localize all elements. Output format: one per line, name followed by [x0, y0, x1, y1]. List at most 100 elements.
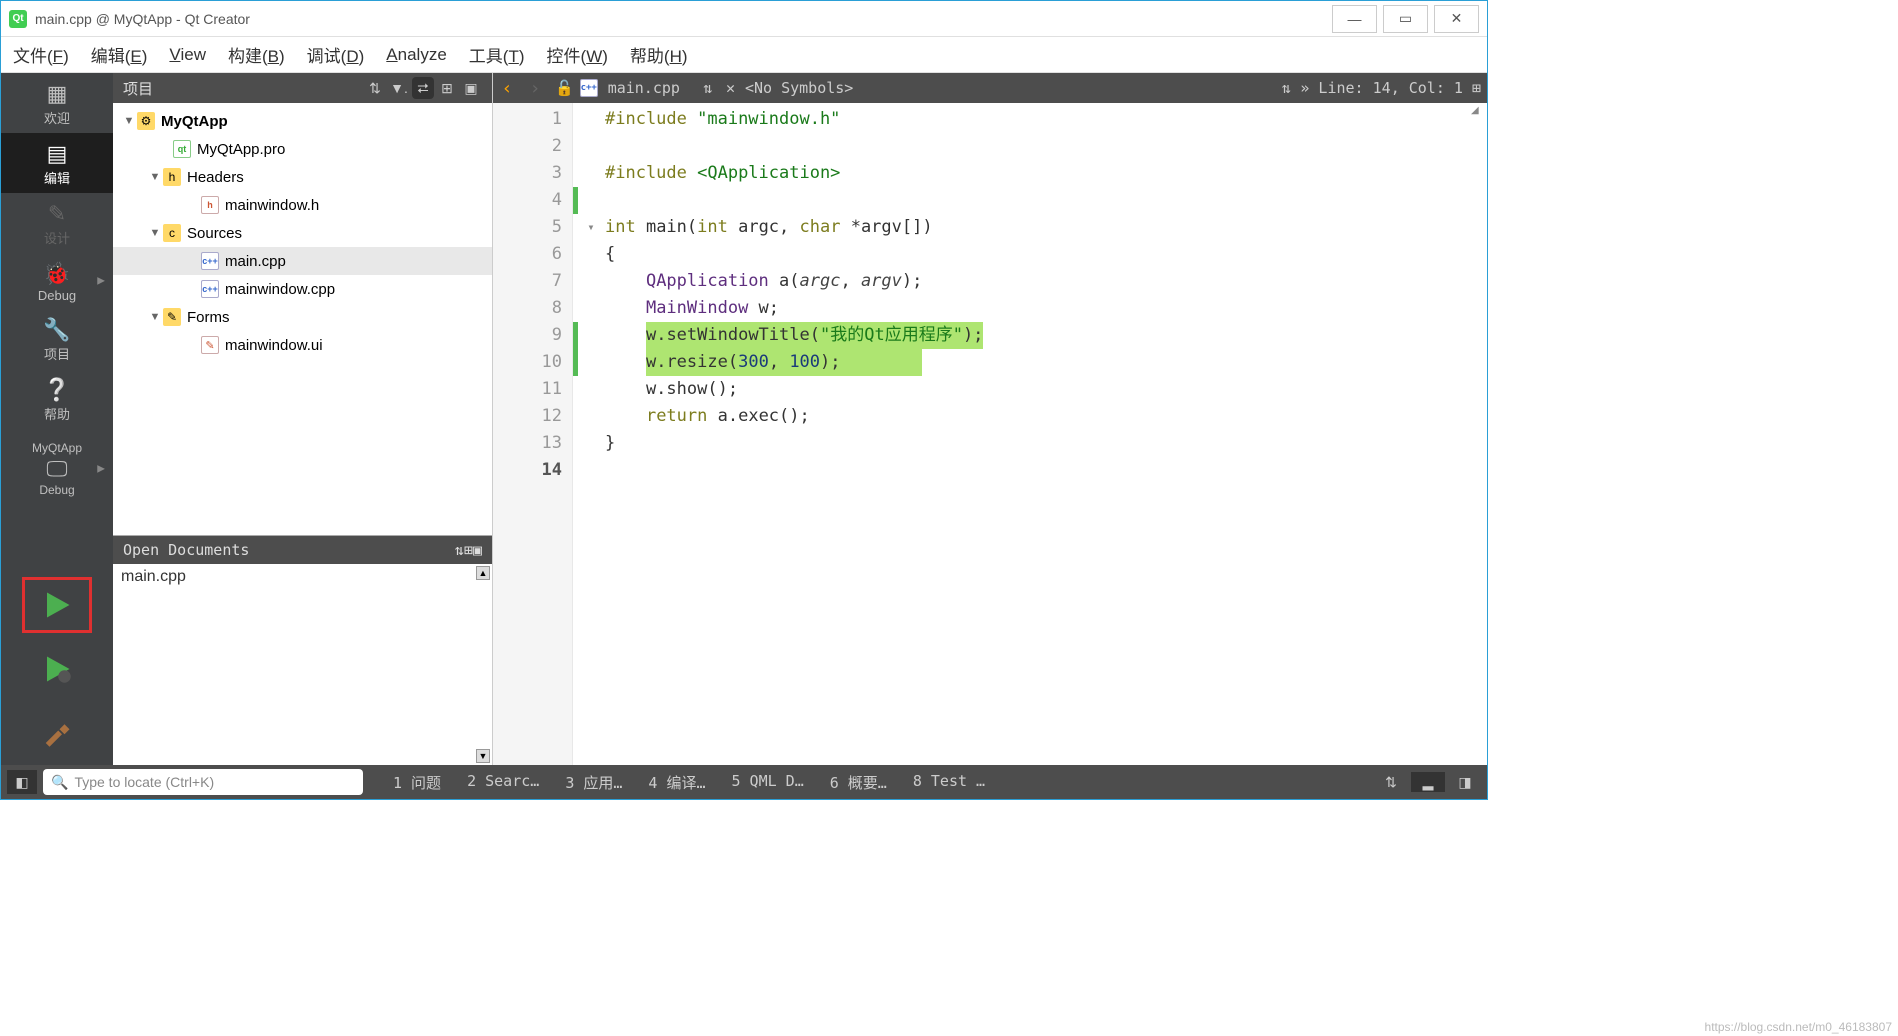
target-name: Debug [39, 483, 74, 497]
sort-icon[interactable]: ⇅ [455, 541, 464, 559]
folder-icon: c [163, 224, 181, 242]
run-button[interactable] [22, 577, 92, 633]
build-button[interactable] [22, 705, 92, 761]
mode-projects[interactable]: 🔧 项目 [1, 309, 113, 369]
code-editor[interactable]: 1234567891011121314 ▾ #include "mainwind… [493, 103, 1487, 765]
tree-label: mainwindow.ui [225, 337, 323, 354]
maximize-button[interactable]: ▭ [1383, 5, 1428, 33]
output-tab-app[interactable]: 3 应用… [565, 772, 622, 793]
toggle-right-sidebar-button[interactable]: ◨ [1453, 772, 1477, 792]
tree-mainwindow-cpp[interactable]: c++ mainwindow.cpp [113, 275, 492, 303]
pane-title: 项目 [123, 78, 153, 99]
output-tab-test[interactable]: 8 Test … [913, 772, 985, 793]
output-tab-general[interactable]: 6 概要… [830, 772, 887, 793]
play-debug-icon [42, 654, 72, 684]
tree-project-root[interactable]: ▼⚙MyQtApp [113, 107, 492, 135]
pane-title: Open Documents [123, 541, 249, 559]
close-file-button[interactable]: ✕ [726, 79, 735, 97]
nav-forward-button[interactable]: › [521, 78, 549, 99]
add-split-icon[interactable]: ⊞ [436, 77, 458, 99]
output-tab-issues[interactable]: 1 问题 [393, 772, 441, 793]
output-tab-compile[interactable]: 4 编译… [648, 772, 705, 793]
menu-file[interactable]: 文件(F) [13, 42, 69, 67]
h-file-icon: h [201, 196, 219, 214]
tree-pro-file[interactable]: qtMyQtApp.pro [113, 135, 492, 163]
nav-back-button[interactable]: ‹ [493, 78, 521, 99]
sort-icon[interactable]: ⇅ [1379, 772, 1403, 792]
menu-debug[interactable]: 调试(D) [307, 42, 365, 67]
edit-icon: ▤ [47, 143, 68, 165]
close-button[interactable]: ✕ [1434, 5, 1479, 33]
progress-icon[interactable]: ▂ [1411, 772, 1445, 792]
tree-label: mainwindow.cpp [225, 281, 335, 298]
link-icon[interactable]: ⮂ [412, 77, 434, 99]
tree-label: Forms [187, 309, 230, 326]
bug-icon: 🐞 [43, 263, 70, 285]
close-pane-icon[interactable]: ▣ [460, 77, 482, 99]
tree-forms[interactable]: ▼✎Forms [113, 303, 492, 331]
cpp-file-icon: c++ [201, 280, 219, 298]
close-pane-icon[interactable]: ▣ [473, 541, 482, 559]
lock-icon[interactable]: 🔓 [555, 79, 574, 97]
mode-label: 设计 [44, 228, 70, 247]
hammer-icon [42, 718, 72, 748]
menu-widgets[interactable]: 控件(W) [547, 42, 608, 67]
menubar: 文件(F) 编辑(E) View 构建(B) 调试(D) Analyze 工具(… [1, 37, 1487, 73]
help-icon: ❔ [43, 379, 70, 401]
mode-label: 项目 [44, 344, 70, 363]
mode-label: 帮助 [44, 404, 70, 423]
mode-sidebar: ▦ 欢迎 ▤ 编辑 ✎ 设计 🐞 Debug ▶ 🔧 项目 ❔ [1, 73, 113, 765]
filter-icon[interactable]: ▼. [388, 77, 410, 99]
monitor-icon: 🖵 [46, 458, 67, 480]
mode-design[interactable]: ✎ 设计 [1, 193, 113, 253]
file-dropdown-icon[interactable]: ⇅ [700, 79, 716, 97]
project-tree[interactable]: ▼⚙MyQtApp qtMyQtApp.pro ▼hHeaders hmainw… [113, 103, 492, 535]
cpp-file-icon: c++ [201, 252, 219, 270]
code-text[interactable]: #include "mainwindow.h" #include <QAppli… [599, 103, 1487, 765]
open-docs-list[interactable]: main.cpp ▲ ▼ [113, 564, 492, 765]
output-tab-qml[interactable]: 5 QML D… [732, 772, 804, 793]
folder-icon: ✎ [163, 308, 181, 326]
toggle-sidebar-button[interactable]: ◧ [7, 770, 37, 794]
mode-edit[interactable]: ▤ 编辑 [1, 133, 113, 193]
scroll-up-icon[interactable]: ▲ [476, 566, 490, 580]
mode-help[interactable]: ❔ 帮助 [1, 369, 113, 429]
window-title: main.cpp @ MyQtApp - Qt Creator [35, 11, 250, 27]
symbol-dropdown-icon[interactable]: ⇅ [1278, 79, 1294, 97]
menu-edit[interactable]: 编辑(E) [91, 42, 148, 67]
sort-icon[interactable]: ⇅ [364, 77, 386, 99]
tree-sources[interactable]: ▼cSources [113, 219, 492, 247]
run-debug-button[interactable] [22, 641, 92, 697]
menu-build[interactable]: 构建(B) [228, 42, 285, 67]
menu-tools[interactable]: 工具(T) [469, 42, 525, 67]
output-tab-search[interactable]: 2 Searc… [467, 772, 539, 793]
minimize-button[interactable]: — [1332, 5, 1377, 33]
fold-gutter[interactable]: ▾ [583, 103, 599, 765]
editor-filename[interactable]: main.cpp [608, 79, 680, 97]
menu-analyze[interactable]: Analyze [386, 45, 446, 65]
tree-headers[interactable]: ▼hHeaders [113, 163, 492, 191]
symbol-selector[interactable]: <No Symbols> ⇅ [745, 79, 1294, 97]
tree-label: Sources [187, 225, 242, 242]
mode-welcome[interactable]: ▦ 欢迎 [1, 73, 113, 133]
titlebar: Qt main.cpp @ MyQtApp - Qt Creator — ▭ ✕ [1, 1, 1487, 37]
editor-pane: ‹ › 🔓 c++ main.cpp ⇅ ✕ <No Symbols> ⇅ » … [493, 73, 1487, 765]
mode-label: 欢迎 [44, 108, 70, 127]
open-documents-pane: Open Documents ⇅ ⊞ ▣ main.cpp ▲ ▼ [113, 535, 492, 765]
tree-header-file[interactable]: hmainwindow.h [113, 191, 492, 219]
line-gutter[interactable]: 1234567891011121314 [493, 103, 573, 765]
pro-file-icon: qt [173, 140, 191, 158]
locator-input[interactable]: 🔍 Type to locate (Ctrl+K) [43, 769, 363, 795]
menu-view[interactable]: View [169, 45, 206, 65]
open-doc-item[interactable]: main.cpp [113, 564, 492, 590]
add-split-icon[interactable]: ⊞ [464, 541, 473, 559]
tree-ui-file[interactable]: ✎mainwindow.ui [113, 331, 492, 359]
mode-debug[interactable]: 🐞 Debug ▶ [1, 253, 113, 309]
tree-main-cpp[interactable]: c++main.cpp [113, 247, 492, 275]
grid-icon: ▦ [47, 83, 68, 105]
kit-selector[interactable]: MyQtApp 🖵 Debug ▶ [1, 435, 113, 503]
menu-help[interactable]: 帮助(H) [630, 42, 688, 67]
watermark: https://blog.csdn.net/m0_46183807 [1705, 1020, 1892, 1034]
chevron-right-icon: ▶ [97, 276, 105, 287]
scroll-down-icon[interactable]: ▼ [476, 749, 490, 763]
